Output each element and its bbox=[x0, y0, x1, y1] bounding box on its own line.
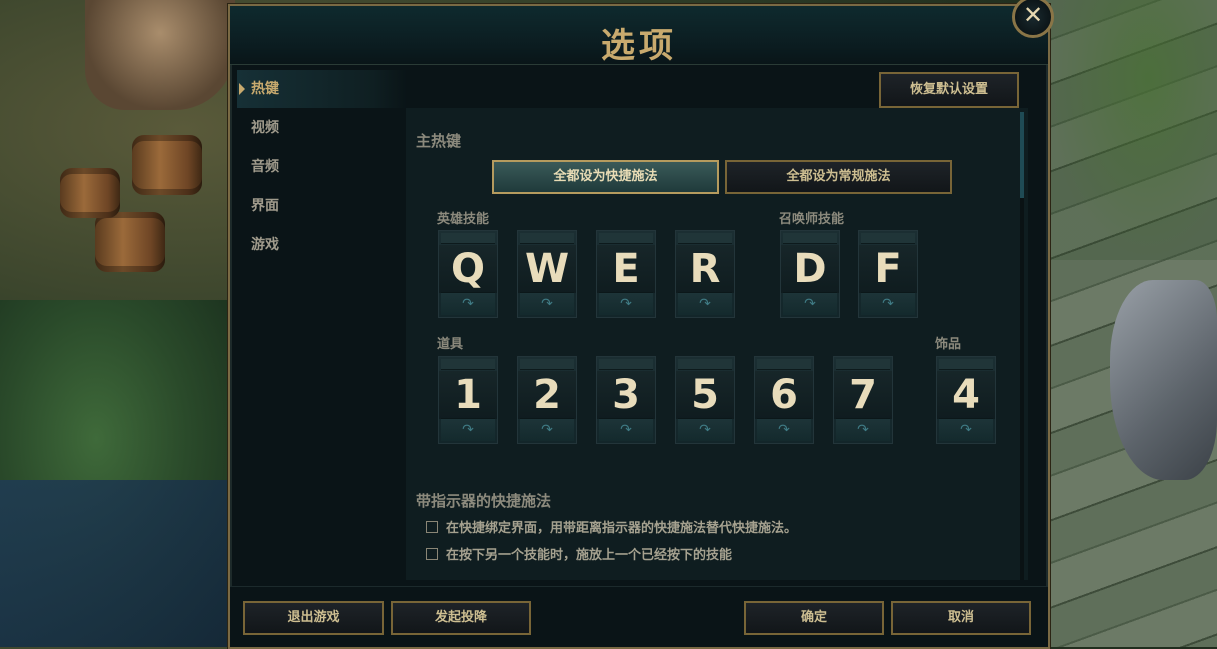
trinket-key-4[interactable]: 4 ↷ bbox=[936, 356, 996, 444]
key-label: W bbox=[518, 245, 576, 293]
sidebar-item-video[interactable]: 视频 bbox=[237, 109, 407, 147]
option-range-indicator[interactable]: 在快捷绑定界面，用带距离指示器的快捷施法替代快捷施法。 bbox=[426, 517, 797, 536]
quick-cast-toggle-icon[interactable]: ↷ bbox=[861, 292, 915, 315]
key-label: 7 bbox=[834, 371, 892, 419]
key-label: 6 bbox=[755, 371, 813, 419]
key-label: 4 bbox=[937, 371, 995, 419]
title-bar: 选项 bbox=[230, 6, 1048, 66]
checkbox[interactable] bbox=[426, 521, 438, 533]
quick-cast-toggle-icon[interactable]: ↷ bbox=[520, 418, 574, 441]
quick-cast-toggle-icon[interactable]: ↷ bbox=[599, 292, 653, 315]
sidebar: 热键 视频 音频 界面 游戏 bbox=[237, 70, 407, 265]
set-all-quick-cast-button[interactable]: 全都设为快捷施法 bbox=[492, 160, 719, 194]
key-top bbox=[836, 359, 890, 370]
key-top bbox=[441, 359, 495, 370]
quick-cast-toggle-icon[interactable]: ↷ bbox=[520, 292, 574, 315]
key-label: 1 bbox=[439, 371, 497, 419]
ok-button[interactable]: 确定 bbox=[744, 601, 884, 635]
item-key-2[interactable]: 2 ↷ bbox=[517, 356, 577, 444]
item-key-3[interactable]: 3 ↷ bbox=[596, 356, 656, 444]
main-hotkeys-title: 主热键 bbox=[416, 132, 462, 150]
item-key-6[interactable]: 6 ↷ bbox=[754, 356, 814, 444]
ability-key-e[interactable]: E ↷ bbox=[596, 230, 656, 318]
quick-cast-toggle-icon[interactable]: ↷ bbox=[678, 292, 732, 315]
key-label: E bbox=[597, 245, 655, 293]
cancel-button[interactable]: 取消 bbox=[891, 601, 1031, 635]
item-key-1[interactable]: 1 ↷ bbox=[438, 356, 498, 444]
key-label: 3 bbox=[597, 371, 655, 419]
set-all-normal-cast-button[interactable]: 全都设为常规施法 bbox=[725, 160, 952, 194]
quick-cast-toggle-icon[interactable]: ↷ bbox=[757, 418, 811, 441]
item-key-5[interactable]: 5 ↷ bbox=[675, 356, 735, 444]
sidebar-item-audio[interactable]: 音频 bbox=[237, 148, 407, 186]
key-top bbox=[939, 359, 993, 370]
key-top bbox=[599, 359, 653, 370]
hotkeys-panel: 恢复默认设置 主热键 全都设为快捷施法 全都设为常规施法 英雄技能 召唤师技能 … bbox=[406, 70, 1028, 580]
background-grass-right bbox=[1045, 0, 1217, 260]
option-label: 在快捷绑定界面，用带距离指示器的快捷施法替代快捷施法。 bbox=[446, 521, 798, 536]
key-label: Q bbox=[439, 245, 497, 293]
key-top bbox=[678, 359, 732, 370]
items-label: 道具 bbox=[437, 337, 464, 352]
option-cast-previous[interactable]: 在按下另一个技能时，施放上一个已经按下的技能 bbox=[426, 544, 732, 563]
ability-key-r[interactable]: R ↷ bbox=[675, 230, 735, 318]
sidebar-item-hotkeys[interactable]: 热键 bbox=[237, 70, 407, 108]
options-window: 选项 热键 视频 音频 界面 游戏 恢复默认设置 主热键 全都设为快捷施法 全都… bbox=[228, 4, 1050, 649]
background-barrel bbox=[60, 168, 120, 218]
quick-cast-toggle-icon[interactable]: ↷ bbox=[599, 418, 653, 441]
key-label: 2 bbox=[518, 371, 576, 419]
key-top bbox=[757, 359, 811, 370]
key-label: R bbox=[676, 245, 734, 293]
quick-cast-toggle-icon[interactable]: ↷ bbox=[939, 418, 993, 441]
option-label: 在按下另一个技能时，施放上一个已经按下的技能 bbox=[446, 548, 733, 563]
quick-cast-toggle-icon[interactable]: ↷ bbox=[441, 292, 495, 315]
key-top bbox=[520, 359, 574, 370]
restore-defaults-button[interactable]: 恢复默认设置 bbox=[879, 72, 1019, 108]
key-top bbox=[520, 233, 574, 244]
exit-game-button[interactable]: 退出游戏 bbox=[243, 601, 384, 635]
summoner-key-d[interactable]: D ↷ bbox=[780, 230, 840, 318]
background-rock bbox=[1110, 280, 1217, 480]
background-barrel bbox=[132, 135, 202, 195]
champion-abilities-label: 英雄技能 bbox=[437, 212, 490, 227]
background-barrel bbox=[95, 212, 165, 272]
indicator-quick-cast-title: 带指示器的快捷施法 bbox=[416, 492, 552, 510]
summoner-key-f[interactable]: F ↷ bbox=[858, 230, 918, 318]
quick-cast-toggle-icon[interactable]: ↷ bbox=[441, 418, 495, 441]
quick-cast-toggle-icon[interactable]: ↷ bbox=[836, 418, 890, 441]
scrollbar-thumb[interactable] bbox=[1020, 112, 1024, 198]
trinket-label: 饰品 bbox=[935, 337, 962, 352]
key-top bbox=[599, 233, 653, 244]
key-label: 5 bbox=[676, 371, 734, 419]
key-label: D bbox=[781, 245, 839, 293]
sidebar-item-game[interactable]: 游戏 bbox=[237, 226, 407, 264]
key-top bbox=[441, 233, 495, 244]
background-water bbox=[0, 480, 230, 647]
background-hut bbox=[85, 0, 235, 110]
item-key-7[interactable]: 7 ↷ bbox=[833, 356, 893, 444]
sidebar-item-interface[interactable]: 界面 bbox=[237, 187, 407, 225]
quick-cast-toggle-icon[interactable]: ↷ bbox=[783, 292, 837, 315]
window-title: 选项 bbox=[601, 26, 677, 66]
key-top bbox=[678, 233, 732, 244]
checkbox[interactable] bbox=[426, 548, 438, 560]
key-label: F bbox=[859, 245, 917, 293]
key-top bbox=[783, 233, 837, 244]
ability-key-w[interactable]: W ↷ bbox=[517, 230, 577, 318]
key-top bbox=[861, 233, 915, 244]
footer: 退出游戏 发起投降 确定 取消 bbox=[230, 586, 1048, 647]
quick-cast-toggle-icon[interactable]: ↷ bbox=[678, 418, 732, 441]
summoner-spells-label: 召唤师技能 bbox=[779, 212, 845, 227]
ability-key-q[interactable]: Q ↷ bbox=[438, 230, 498, 318]
surrender-button[interactable]: 发起投降 bbox=[391, 601, 531, 635]
